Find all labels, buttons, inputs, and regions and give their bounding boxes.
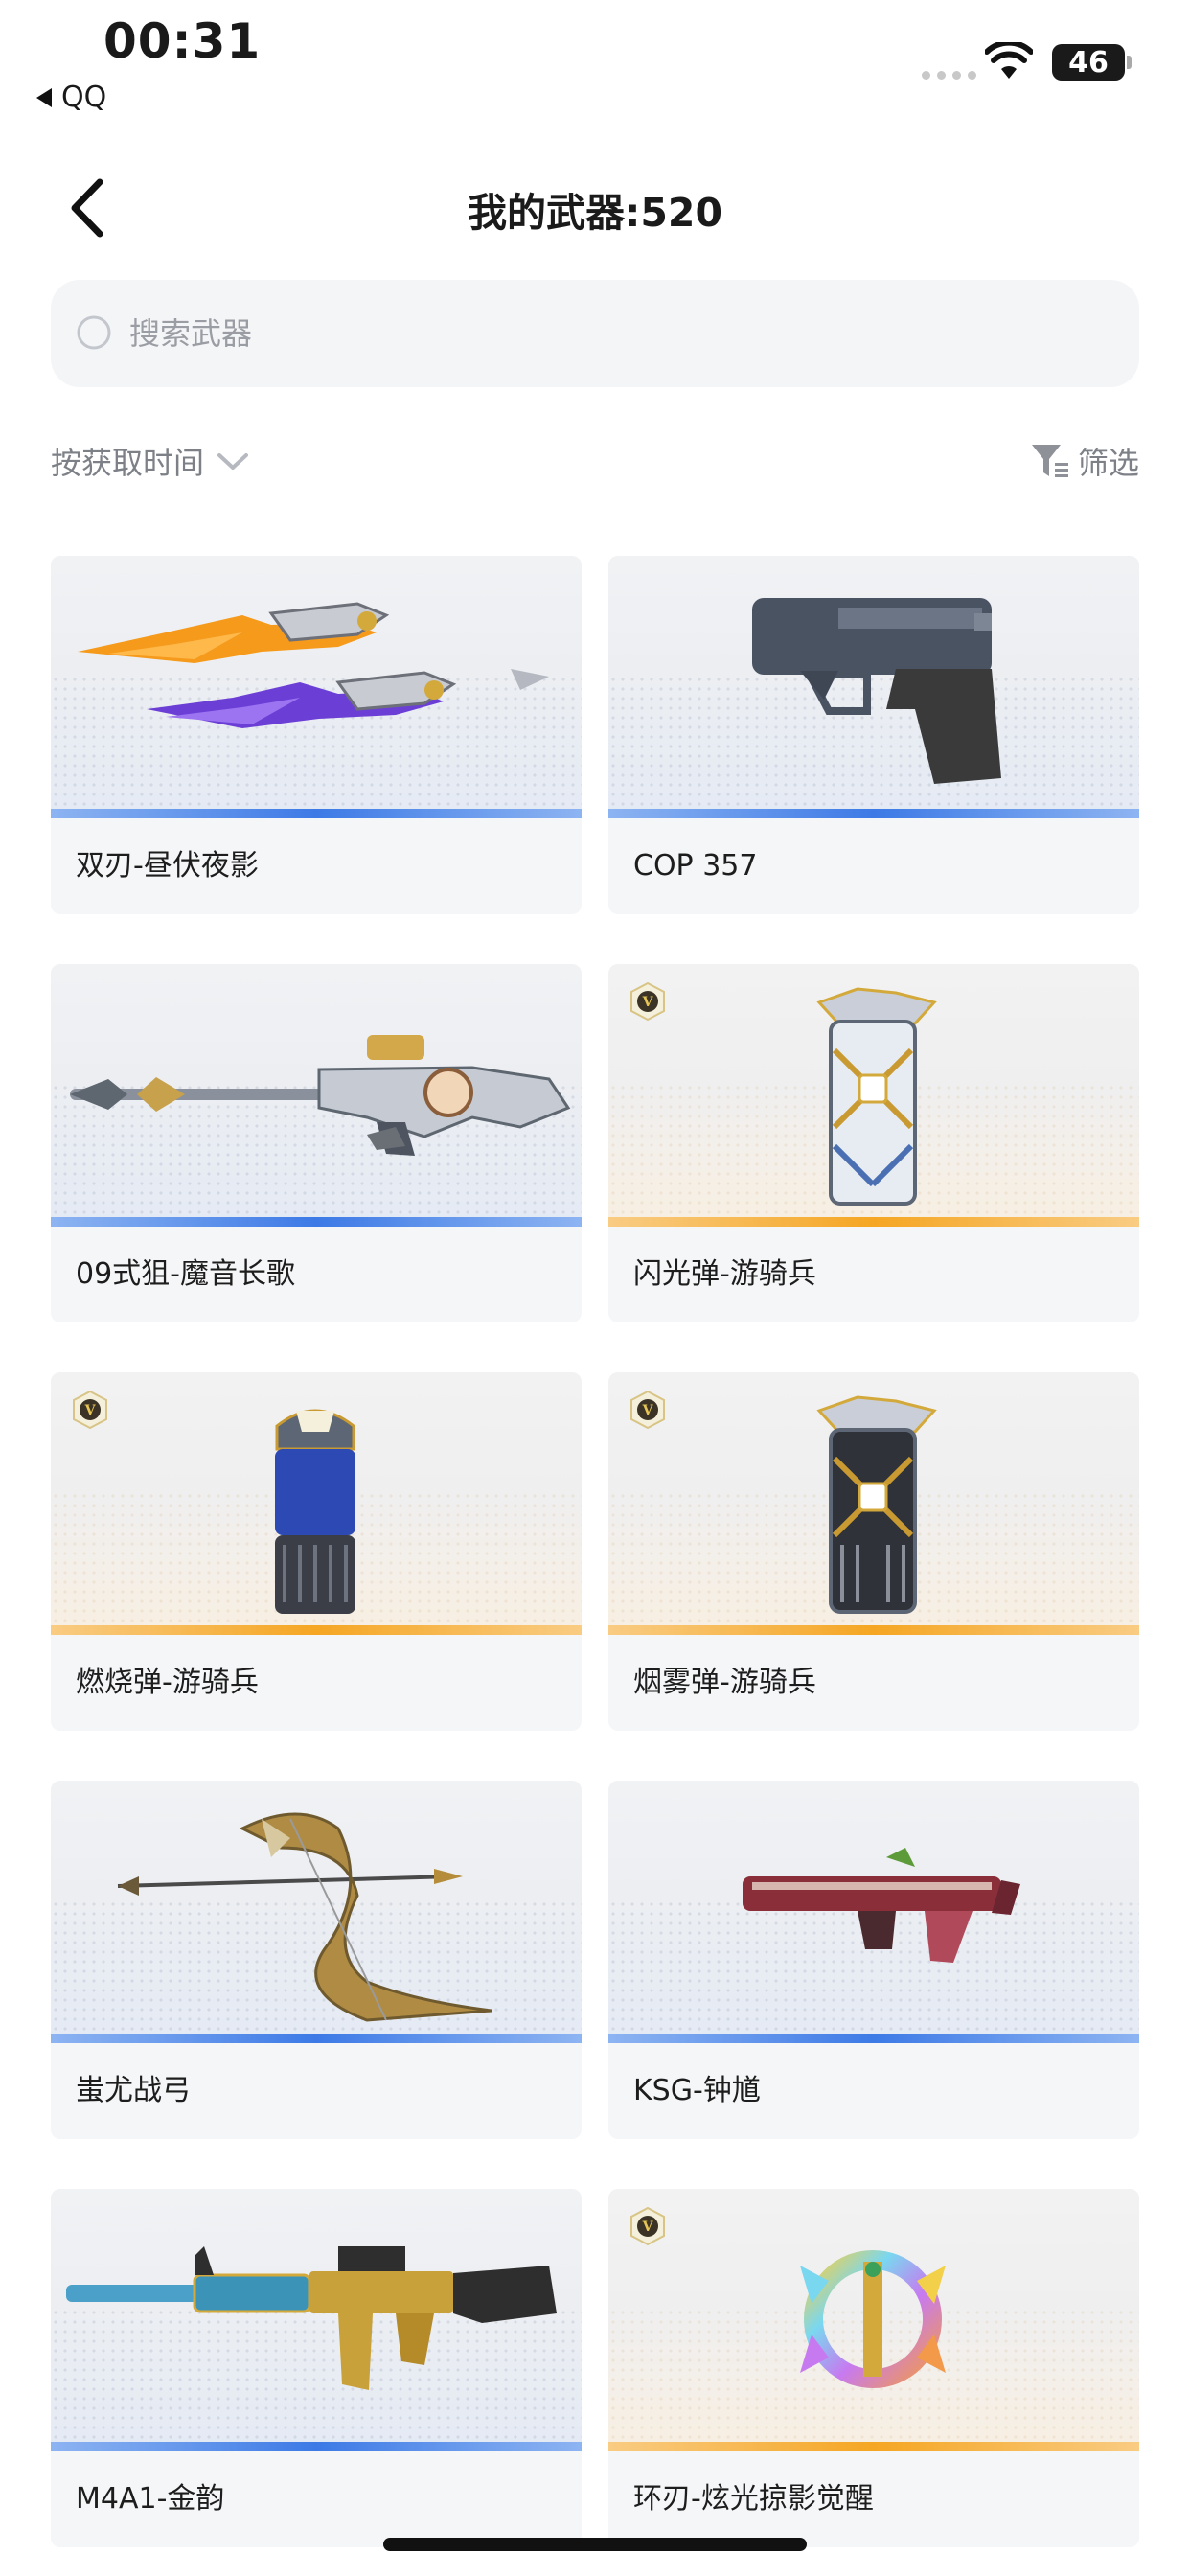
back-triangle-icon xyxy=(36,87,52,107)
sniper-rifle-weapon-icon xyxy=(70,1035,571,1156)
weapon-image xyxy=(51,556,582,818)
return-to-app-link[interactable]: QQ xyxy=(36,80,106,114)
weapon-name: 燃烧弹-游骑兵 xyxy=(76,1666,259,1699)
bow-weapon-icon xyxy=(117,1812,492,2022)
rarity-bar xyxy=(608,2442,1139,2451)
assault-rifle-weapon-icon xyxy=(66,2246,557,2390)
rarity-bar xyxy=(51,809,582,818)
page-title: 我的武器:520 xyxy=(468,190,722,236)
weapon-image xyxy=(608,1781,1139,2043)
rarity-bar xyxy=(608,1625,1139,1635)
rarity-bar xyxy=(51,2442,582,2451)
rarity-bar xyxy=(51,1625,582,1635)
rarity-bar xyxy=(51,2034,582,2043)
weapon-card[interactable]: V 闪光弹-游骑兵 xyxy=(608,964,1139,1322)
vip-badge-icon: V xyxy=(630,1390,665,1430)
pistol-weapon-icon xyxy=(752,598,1001,784)
weapon-card[interactable]: V 烟雾弹-游骑兵 xyxy=(608,1372,1139,1731)
weapon-name: 蚩尤战弓 xyxy=(76,2074,191,2107)
status-time: 00:31 xyxy=(103,13,262,69)
return-app-label: QQ xyxy=(61,80,107,114)
home-indicator[interactable] xyxy=(383,2538,807,2551)
filter-label: 筛选 xyxy=(1077,445,1139,481)
svg-text:V: V xyxy=(642,2220,654,2235)
flash-grenade-weapon-icon xyxy=(816,987,937,1206)
weapon-name: 烟雾弹-游骑兵 xyxy=(633,1666,816,1699)
weapon-name: 环刃-炫光掠影觉醒 xyxy=(633,2482,874,2516)
weapon-image xyxy=(51,1781,582,2043)
weapon-card[interactable]: V 燃烧弹-游骑兵 xyxy=(51,1372,582,1731)
smoke-grenade-weapon-icon xyxy=(816,1395,937,1614)
weapon-name: KSG-钟馗 xyxy=(633,2074,761,2107)
weapon-image xyxy=(51,2189,582,2451)
weapon-image xyxy=(608,556,1139,818)
weapon-image: V xyxy=(608,2189,1139,2451)
svg-text:V: V xyxy=(642,995,654,1010)
dual-blade-weapon-icon xyxy=(78,602,549,728)
weapon-card[interactable]: M4A1-金韵 xyxy=(51,2189,582,2547)
rarity-bar xyxy=(608,2034,1139,2043)
weapon-name: 09式狙-魔音长歌 xyxy=(76,1257,295,1291)
status-bar: 00:31 QQ 46 xyxy=(0,0,1190,125)
weapon-name: M4A1-金韵 xyxy=(76,2482,225,2516)
search-input[interactable] xyxy=(127,314,994,353)
rarity-bar xyxy=(608,809,1139,818)
filter-icon xyxy=(1031,445,1068,477)
weapon-card[interactable]: 蚩尤战弓 xyxy=(51,1781,582,2139)
weapon-name: 闪光弹-游骑兵 xyxy=(633,1257,816,1291)
search-bar[interactable] xyxy=(51,280,1139,387)
weapon-name: COP 357 xyxy=(633,849,758,883)
weapon-card[interactable]: COP 357 xyxy=(608,556,1139,914)
filter-button[interactable]: 筛选 xyxy=(1030,439,1139,483)
search-icon xyxy=(77,315,111,350)
chevron-down-icon xyxy=(217,453,249,470)
weapon-name: 双刃-昼伏夜影 xyxy=(76,849,259,883)
battery-cap xyxy=(1127,56,1132,69)
wifi-icon xyxy=(985,42,1033,79)
incendiary-grenade-weapon-icon xyxy=(275,1409,355,1614)
battery-icon: 46 xyxy=(1052,44,1125,80)
rarity-bar xyxy=(608,1217,1139,1227)
weapon-card[interactable]: 09式狙-魔音长歌 xyxy=(51,964,582,1322)
vip-badge-icon: V xyxy=(630,981,665,1022)
weapon-card[interactable]: 双刃-昼伏夜影 xyxy=(51,556,582,914)
vip-badge-icon: V xyxy=(73,1390,107,1430)
rarity-bar xyxy=(51,1217,582,1227)
weapon-image: V xyxy=(51,1372,582,1635)
svg-text:V: V xyxy=(84,1403,97,1418)
weapon-image: V xyxy=(608,1372,1139,1635)
weapon-grid: 双刃-昼伏夜影 COP 357 09式狙-魔音长歌 V 闪光弹-游骑兵 V 燃烧… xyxy=(51,556,1139,2547)
ring-blade-weapon-icon xyxy=(800,2250,946,2388)
weapon-card[interactable]: KSG-钟馗 xyxy=(608,1781,1139,2139)
sort-label: 按获取时间 xyxy=(51,445,205,481)
shotgun-weapon-icon xyxy=(743,1848,1020,1963)
cellular-signal-icon xyxy=(922,71,976,80)
weapon-card[interactable]: V 环刃-炫光掠影觉醒 xyxy=(608,2189,1139,2547)
weapon-image xyxy=(51,964,582,1227)
battery-level: 46 xyxy=(1068,45,1109,80)
svg-text:V: V xyxy=(642,1403,654,1418)
vip-badge-icon: V xyxy=(630,2206,665,2246)
weapon-image: V xyxy=(608,964,1139,1227)
sort-dropdown[interactable]: 按获取时间 xyxy=(51,439,250,483)
